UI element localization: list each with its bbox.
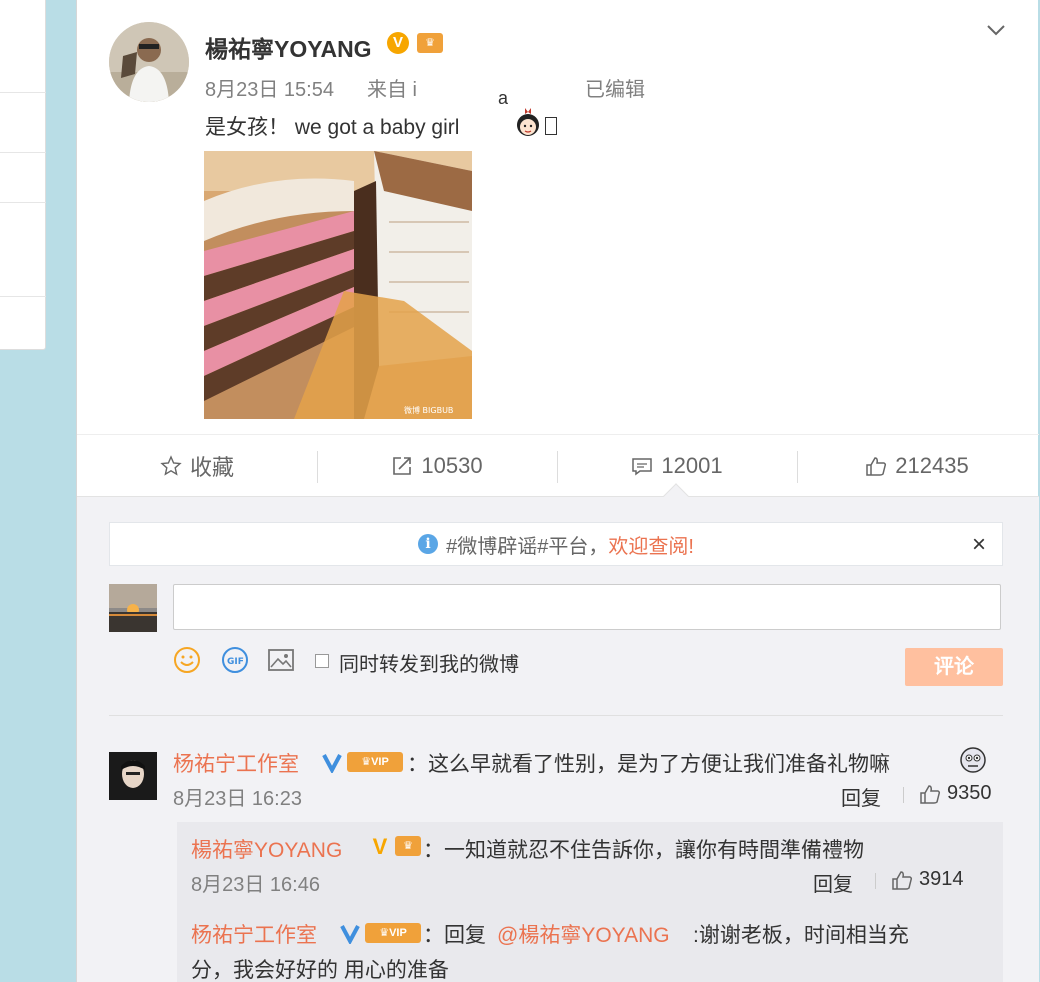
mention-link[interactable]: @楊祐寧YOYANG (497, 919, 670, 949)
verified-badge-icon: V (372, 834, 388, 859)
thumbs-up-icon (866, 457, 887, 476)
divider (903, 787, 904, 803)
author-username[interactable]: 楊祐寧YOYANG (205, 30, 372, 64)
reply-button[interactable]: 回复 (813, 868, 853, 897)
comment-icon (632, 458, 653, 476)
edited-label[interactable]: 已编辑 (585, 73, 645, 102)
post-image-cake[interactable]: 微博 BIGBUB (204, 151, 472, 419)
forward-label[interactable]: 同时转发到我的微博 (339, 648, 519, 677)
comment-time[interactable]: 8月23日 16:23 (173, 782, 302, 811)
notice-link[interactable]: 欢迎查阅! (608, 530, 694, 559)
forward-checkbox[interactable] (315, 654, 329, 668)
info-icon: i (418, 534, 439, 554)
chevron-down-icon[interactable] (984, 18, 1008, 42)
submit-comment-button[interactable]: 评论 (905, 648, 1003, 686)
girl-emoji-icon (517, 108, 539, 136)
repost-button[interactable]: 10530 (317, 435, 557, 497)
reply-button[interactable]: 回复 (841, 782, 881, 811)
divider (875, 873, 876, 889)
post-time[interactable]: 8月23日 15:54 (205, 73, 334, 102)
image-watermark: 微博 BIGBUB (404, 405, 453, 415)
gif-icon[interactable]: GIF (221, 646, 249, 674)
share-icon (393, 457, 412, 475)
svg-text:GIF: GIF (227, 657, 244, 667)
commenter-avatar[interactable] (109, 752, 157, 800)
close-icon[interactable]: × (972, 531, 986, 559)
commenter-name[interactable]: 杨祐宁工作室 (173, 748, 299, 778)
like-count: 212435 (895, 453, 969, 478)
reply-time[interactable]: 8月23日 16:46 (191, 868, 320, 897)
member-crown-icon[interactable]: ♛ (417, 33, 443, 53)
reply-author-name[interactable]: 楊祐寧YOYANG (191, 834, 342, 864)
curious-emoji-icon (960, 747, 986, 773)
verified-blue-icon (322, 754, 342, 773)
post-text: 是女孩！ we got a baby girl (205, 116, 460, 139)
weibo-post-card: 楊祐寧YOYANG V ♛ 8月23日 15:54 来自 i 已编辑 a 是女孩… (76, 0, 1039, 982)
rumor-notice-bar: i #微博辟谣#平台， 欢迎查阅! × (109, 522, 1003, 566)
post-action-bar: 收藏 10530 12001 212435 (77, 434, 1039, 496)
reply-text-prefix: ：回复 (423, 924, 486, 947)
divider (109, 715, 1003, 716)
thumbs-up-icon (920, 784, 941, 804)
author-avatar[interactable] (109, 22, 189, 102)
reply-text: :谢谢老板，时间相当充 (693, 924, 909, 947)
like-button[interactable]: 212435 (797, 435, 1037, 497)
verified-blue-icon (340, 925, 360, 944)
notice-text[interactable]: #微博辟谣#平台， (446, 530, 608, 559)
reply-author-name[interactable]: 杨祐宁工作室 (191, 919, 317, 949)
verified-badge-icon: V (387, 32, 409, 54)
comment-like-button[interactable]: 9350 (919, 782, 992, 805)
comment-like-count: 9350 (947, 782, 992, 804)
star-icon (160, 455, 182, 476)
member-crown-icon[interactable]: ♛ (395, 836, 421, 856)
left-sidebar-panel (0, 0, 46, 350)
reply-like-count: 3914 (919, 868, 964, 890)
repost-count: 10530 (421, 453, 483, 478)
reply-text-line2: 分，我会好好的 用心的准备 (191, 959, 449, 982)
vip-badge-icon[interactable]: ♛VIP (365, 923, 421, 943)
stray-character: a (498, 88, 509, 108)
thumbs-up-icon (892, 870, 913, 890)
my-avatar[interactable] (109, 584, 157, 632)
divider (0, 296, 46, 297)
favorite-button[interactable]: 收藏 (77, 435, 317, 497)
comment-count: 12001 (661, 453, 723, 478)
favorite-label: 收藏 (189, 455, 234, 480)
emoji-icon[interactable] (173, 646, 201, 674)
image-icon[interactable] (267, 646, 295, 674)
comment-text: ：这么早就看了性别，是为了方便让我们准备礼物嘛 (407, 753, 890, 776)
divider (0, 92, 46, 93)
divider (0, 152, 46, 153)
post-source: 来自 i (367, 79, 417, 101)
missing-glyph-icon (545, 117, 557, 135)
vip-badge-icon[interactable]: ♛VIP (347, 752, 403, 772)
reply-like-button[interactable]: 3914 (891, 868, 964, 891)
comment-input[interactable] (173, 584, 1001, 630)
reply-text: ：一知道就忍不住告訴你，讓你有時間準備禮物 (423, 839, 864, 862)
divider (0, 202, 46, 203)
